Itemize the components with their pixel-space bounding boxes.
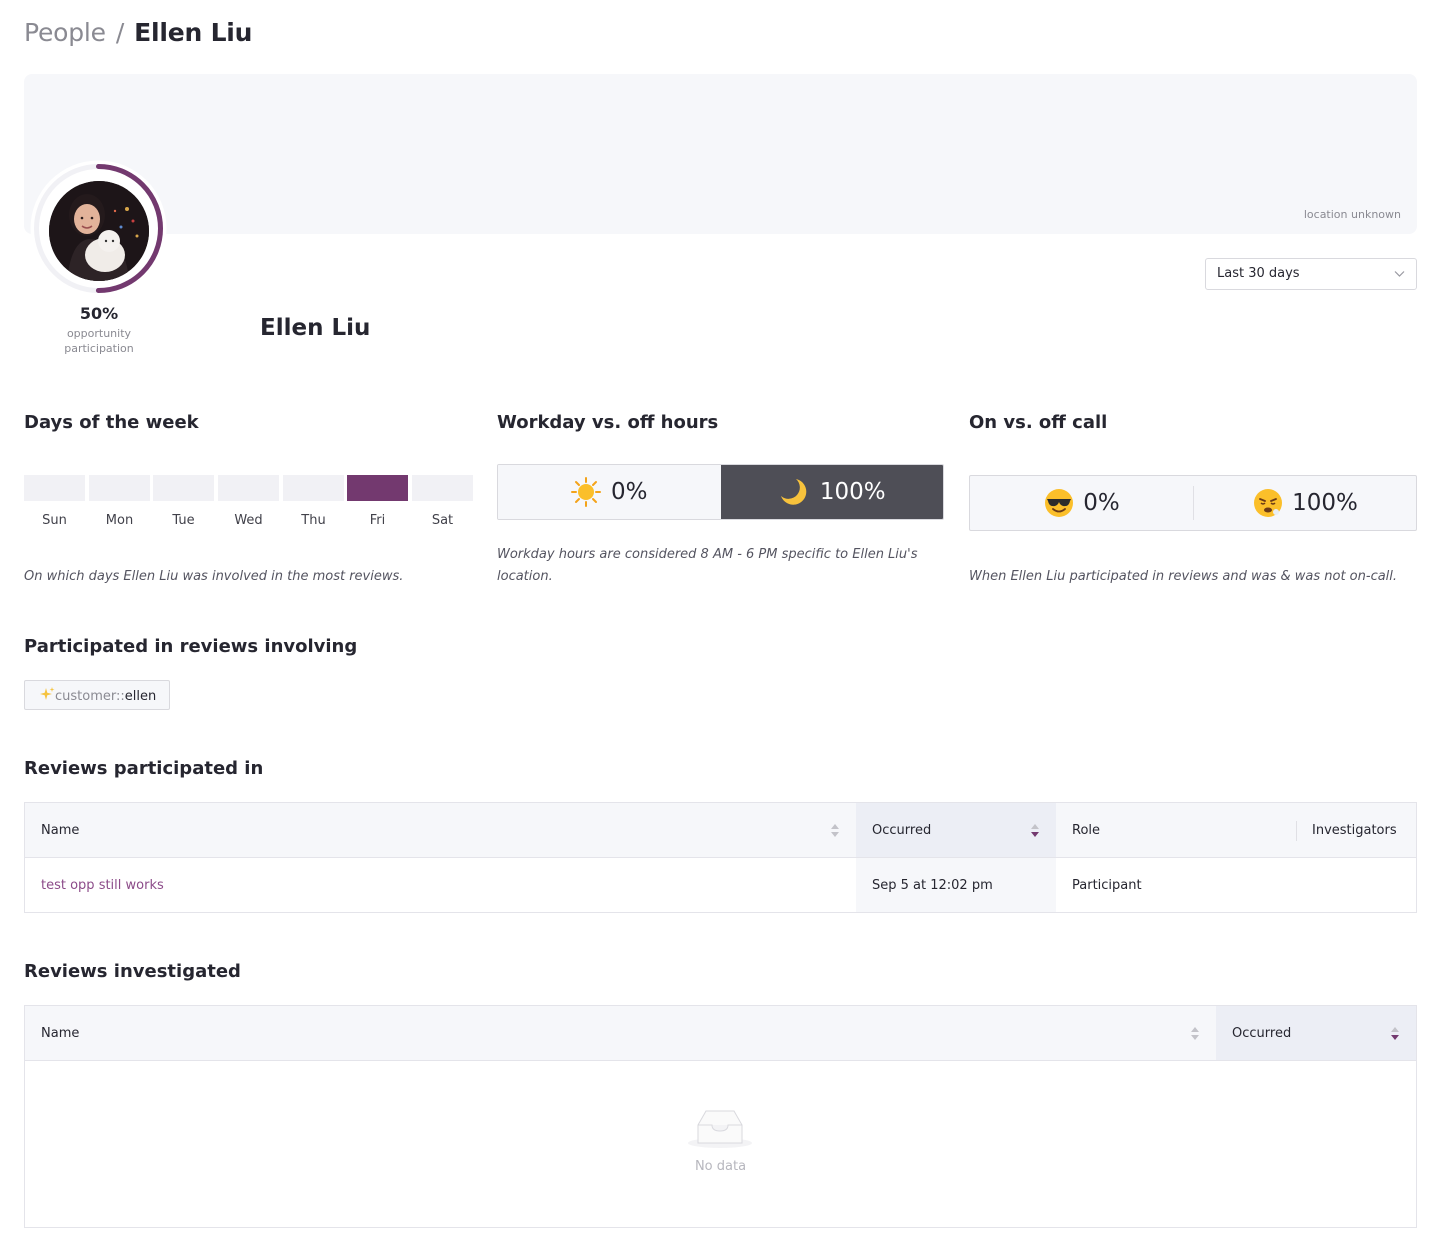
oncall-title: On vs. off call xyxy=(969,412,1108,433)
profile-banner: location unknown xyxy=(24,74,1417,234)
date-range-value: Last 30 days xyxy=(1217,266,1300,281)
investigated-table: Name Occurred No data xyxy=(24,1005,1417,1228)
column-occurred-label: Occurred xyxy=(1232,1025,1292,1041)
customer-tag[interactable]: customer::ellen xyxy=(24,680,171,710)
breadcrumb-separator: / xyxy=(115,18,125,47)
sort-icon[interactable] xyxy=(831,824,839,837)
workday-note: Workday hours are considered 8 AM - 6 PM… xyxy=(497,547,918,584)
breadcrumb-current: Ellen Liu xyxy=(134,18,253,47)
column-divider xyxy=(1296,821,1297,841)
column-name-label: Name xyxy=(41,1025,80,1041)
weekday-wed: Wed xyxy=(218,475,279,528)
sunglasses-face-icon xyxy=(1045,489,1074,517)
weekday-label: Sat xyxy=(431,513,454,528)
investigated-title: Reviews investigated xyxy=(24,961,241,982)
occurred-cell: Sep 5 at 12:02 pm xyxy=(856,858,1056,912)
table-row: test opp still works Sep 5 at 12:02 pm P… xyxy=(25,858,1416,912)
breadcrumb: People / Ellen Liu xyxy=(24,18,252,47)
workday-percent: 0% xyxy=(611,479,648,505)
days-of-week-note: On which days Ellen Liu was involved in … xyxy=(24,569,404,584)
days-of-week-title: Days of the week xyxy=(24,412,199,433)
weekday-mon: Mon xyxy=(89,475,150,528)
column-investigators: Investigators xyxy=(1296,803,1416,857)
column-name[interactable]: Name xyxy=(25,1006,1216,1060)
column-role-label: Role xyxy=(1072,822,1101,838)
weekday-label: Sun xyxy=(42,513,67,528)
weekday-bar xyxy=(347,475,408,501)
on-call-percent: 100% xyxy=(1292,490,1358,516)
date-range-select[interactable]: Last 30 days xyxy=(1205,258,1417,290)
on-call-cell: 100% xyxy=(1193,486,1416,520)
weekday-fri: Fri xyxy=(347,475,408,528)
oncall-breakdown: 0% 100% xyxy=(969,475,1417,531)
participation-stat: 50% opportunity participation xyxy=(40,304,158,356)
customer-tag-prefix: customer:: xyxy=(55,689,125,704)
participation-caption: opportunity participation xyxy=(40,326,158,356)
moon-icon xyxy=(780,479,807,505)
sort-icon[interactable] xyxy=(1191,1027,1199,1040)
participation-caption-line-2: participation xyxy=(64,342,134,355)
column-investigators-label: Investigators xyxy=(1312,822,1397,838)
review-link[interactable]: test opp still works xyxy=(41,878,164,893)
weekday-label: Thu xyxy=(301,513,326,528)
sort-icon[interactable] xyxy=(1391,1027,1399,1040)
offhours-percent: 100% xyxy=(819,479,886,505)
customer-tag-value: ellen xyxy=(124,689,157,704)
workday-breakdown: 0% 100% xyxy=(497,464,944,520)
tired-face-icon xyxy=(1254,489,1283,517)
weekday-bar xyxy=(24,475,85,501)
participated-title: Reviews participated in xyxy=(24,758,264,779)
empty-inbox-icon xyxy=(688,1110,752,1148)
workday-cell: 0% xyxy=(498,465,721,519)
weekday-bar xyxy=(412,475,473,501)
weekday-bar xyxy=(153,475,214,501)
column-role: Role xyxy=(1056,803,1296,857)
weekday-bar xyxy=(283,475,344,501)
column-name[interactable]: Name xyxy=(25,803,856,857)
offhours-cell: 100% xyxy=(720,465,943,519)
participation-caption-line-1: opportunity xyxy=(66,327,132,340)
weekday-label: Mon xyxy=(105,513,134,528)
off-call-cell: 0% xyxy=(970,476,1193,530)
empty-state-text: No data xyxy=(694,1159,747,1174)
column-occurred[interactable]: Occurred xyxy=(856,803,1056,857)
weekday-label: Wed xyxy=(234,513,263,528)
role-cell: Participant xyxy=(1072,877,1142,893)
empty-state: No data xyxy=(25,1061,1416,1227)
chevron-down-icon xyxy=(1394,271,1405,277)
sun-icon xyxy=(571,477,601,507)
sparkles-icon xyxy=(40,687,55,700)
involving-title: Participated in reviews involving xyxy=(24,636,358,657)
weekday-thu: Thu xyxy=(283,475,344,528)
weekday-bar xyxy=(218,475,279,501)
participation-percent: 50% xyxy=(79,304,119,323)
investigators-cell xyxy=(1296,858,1416,912)
weekday-bar xyxy=(89,475,150,501)
sort-icon[interactable] xyxy=(1031,824,1039,837)
weekday-sat: Sat xyxy=(412,475,473,528)
oncall-note: When Ellen Liu participated in reviews a… xyxy=(969,569,1398,584)
column-occurred-label: Occurred xyxy=(872,822,932,838)
weekday-label: Fri xyxy=(369,513,386,528)
profile-name: Ellen Liu xyxy=(260,315,371,341)
breadcrumb-people-link[interactable]: People xyxy=(24,18,106,47)
off-call-percent: 0% xyxy=(1083,490,1120,516)
workday-title: Workday vs. off hours xyxy=(497,412,719,433)
weekday-tue: Tue xyxy=(153,475,214,528)
participated-table: Name Occurred Role Investigators test op… xyxy=(24,802,1417,913)
days-of-week-chart: Sun Mon Tue Wed Thu Fri Sat xyxy=(24,475,473,535)
column-name-label: Name xyxy=(41,822,80,838)
weekday-sun: Sun xyxy=(24,475,85,528)
avatar-image xyxy=(49,181,149,281)
location-label: location unknown xyxy=(1303,208,1401,221)
column-occurred[interactable]: Occurred xyxy=(1216,1006,1416,1060)
weekday-label: Tue xyxy=(172,513,195,528)
table-header: Name Occurred Role Investigators xyxy=(25,803,1416,858)
table-header: Name Occurred xyxy=(25,1006,1416,1061)
avatar xyxy=(49,181,149,281)
review-name-cell: test opp still works xyxy=(25,858,856,912)
